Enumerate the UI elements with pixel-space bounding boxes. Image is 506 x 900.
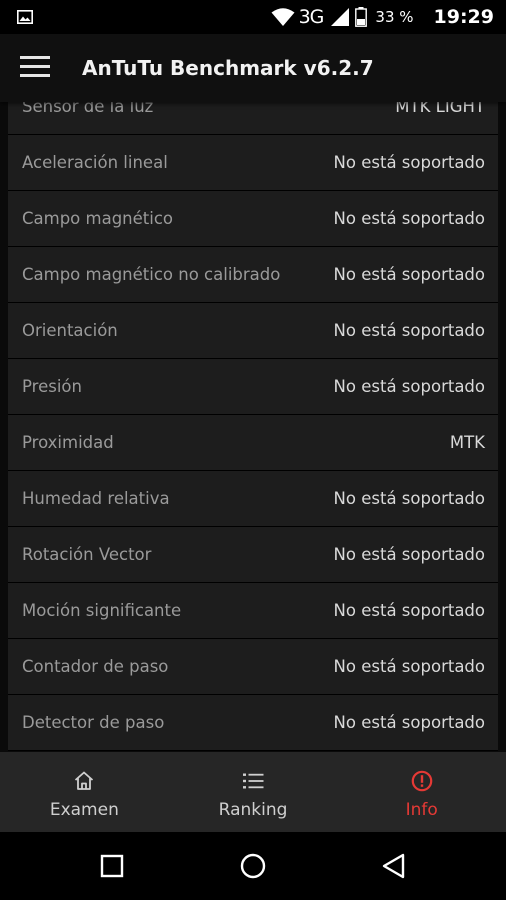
sensor-label: Rotación Vector: [22, 545, 152, 564]
sensor-row: Proximidad MTK: [8, 415, 498, 471]
sensor-label: Moción significante: [22, 601, 182, 620]
sensor-label: Campo magnético no calibrado: [22, 265, 281, 284]
sensor-label: Presión: [22, 377, 82, 396]
sensor-value: No está soportado: [333, 601, 485, 620]
sensor-label: Contador de paso: [22, 657, 169, 676]
sensor-row: Aceleración lineal No está soportado: [8, 135, 498, 191]
back-button-icon[interactable]: [380, 852, 408, 880]
sensor-value: No está soportado: [333, 657, 485, 676]
nav-item-examen[interactable]: Examen: [0, 752, 169, 832]
home-icon: [75, 771, 94, 790]
nav-label-info: Info: [405, 800, 438, 820]
home-button-icon[interactable]: [239, 852, 267, 880]
hamburger-menu-icon[interactable]: [20, 54, 50, 80]
sensor-label: Detector de paso: [22, 713, 165, 732]
nav-item-info[interactable]: Info: [337, 752, 506, 832]
nav-label-ranking: Ranking: [218, 800, 288, 820]
gallery-notification-icon: [17, 10, 33, 24]
status-bar: 3G 33 % 19:29: [0, 0, 506, 34]
sensor-label: Humedad relativa: [22, 489, 170, 508]
sensor-value: No está soportado: [333, 377, 485, 396]
nav-label-examen: Examen: [49, 800, 119, 820]
recent-apps-icon[interactable]: [98, 852, 126, 880]
sensor-row: Orientación No está soportado: [8, 303, 498, 359]
sensor-row: Presión No está soportado: [8, 359, 498, 415]
sensor-label: Campo magnético: [22, 209, 174, 228]
status-right: 3G 33 % 19:29: [271, 0, 494, 34]
system-nav-bar: [0, 832, 506, 900]
sensor-row: Campo magnético no calibrado No está sopo…: [8, 247, 498, 303]
sensor-value: No está soportado: [333, 545, 485, 564]
signal-icon: [331, 8, 350, 26]
sensor-value: MTK: [449, 433, 485, 452]
sensor-row: Contador de paso No está soportado: [8, 639, 498, 695]
alert-circle-icon: [411, 770, 432, 792]
sensor-value: No está soportado: [333, 265, 485, 284]
app-bar: AnTuTu Benchmark v6.2.7: [0, 34, 506, 102]
sensor-row: Rotación Vector No está soportado: [8, 527, 498, 583]
battery-icon: [355, 7, 368, 27]
battery-percent: 33 %: [375, 8, 414, 26]
sensor-label: Proximidad: [22, 433, 114, 452]
nav-item-ranking[interactable]: Ranking: [169, 752, 338, 832]
clock: 19:29: [433, 6, 494, 28]
wifi-icon: [271, 8, 295, 26]
list-icon: [243, 773, 264, 789]
sensor-value: No está soportado: [333, 153, 485, 172]
bottom-nav: Examen Ranking Info: [0, 752, 506, 832]
sensor-value: No está soportado: [333, 209, 485, 228]
app-title: AnTuTu Benchmark v6.2.7: [82, 56, 374, 80]
sensor-label: Orientación: [22, 321, 118, 340]
sensor-row: Sensor de la luz MTK LIGHT: [8, 102, 498, 135]
sensor-value: No está soportado: [333, 489, 485, 508]
sensor-row: Detector de paso No está soportado: [8, 695, 498, 751]
sensor-row: Humedad relativa No está soportado: [8, 471, 498, 527]
sensor-label: Aceleración lineal: [22, 153, 168, 172]
sensor-value: No está soportado: [333, 713, 485, 732]
sensor-label: Sensor de la luz: [22, 102, 154, 116]
sensor-row: Campo magnético No está soportado: [8, 191, 498, 247]
sensor-value: No está soportado: [333, 321, 485, 340]
sensor-row: Moción significante No está soportado: [8, 583, 498, 639]
sensor-list: Sensor de la luz MTK LIGHT Aceleración lin…: [8, 102, 498, 751]
sensor-list-scroll[interactable]: Sensor de la luz MTK LIGHT Aceleración lin…: [0, 102, 506, 752]
network-type: 3G: [298, 6, 325, 28]
sensor-value: MTK LIGHT: [395, 102, 485, 116]
